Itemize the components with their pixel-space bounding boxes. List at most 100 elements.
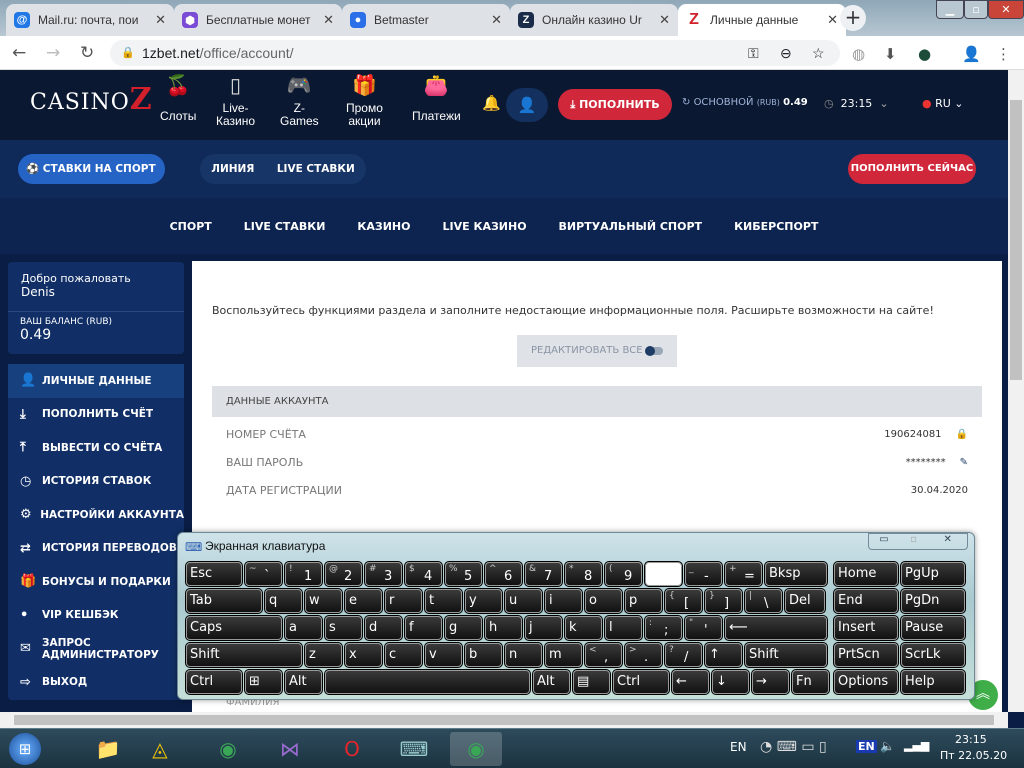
language-select[interactable]: ● RU ⌄ <box>922 97 964 110</box>
key[interactable]: l <box>604 615 643 641</box>
back-icon[interactable]: ← <box>12 43 26 63</box>
browser-tab[interactable]: ⬢ Бесплатные монет ✕ <box>174 4 342 36</box>
key[interactable]: _ - <box>684 561 723 587</box>
sport-bets-button[interactable]: ⚽ СТАВКИ НА СПОРТ <box>18 154 165 184</box>
browser-tab[interactable]: ● Betmaster ✕ <box>342 4 510 36</box>
key[interactable]: e <box>344 588 383 614</box>
profile-button[interactable]: 👤 <box>506 88 548 122</box>
key[interactable]: t <box>424 588 463 614</box>
key[interactable]: | \ <box>744 588 783 614</box>
browser-tab[interactable]: Z Личные данные ✕ <box>678 4 846 36</box>
deposit-button[interactable]: ⤓ ПОПОЛНИТЬ <box>558 89 672 120</box>
key[interactable]: % 5 <box>444 561 483 587</box>
sidebar-item[interactable]: ⚙ НАСТРОЙКИ АККАУНТА <box>8 498 184 532</box>
key[interactable]: v <box>424 642 463 668</box>
forward-icon[interactable]: → <box>46 43 60 63</box>
key[interactable]: h <box>484 615 523 641</box>
sidebar-item[interactable]: ✉ ЗАПРОС АДМИНИСТРАТОРУ <box>8 632 184 666</box>
key[interactable]: Bksp <box>764 561 828 587</box>
close-window-button[interactable]: ✕ <box>988 0 1024 19</box>
sidebar-item[interactable]: • VIP КЕШБЭК <box>8 599 184 633</box>
key[interactable]: (9 <box>604 561 643 587</box>
key[interactable]: Alt <box>284 669 323 695</box>
key[interactable]: @2 <box>324 561 363 587</box>
sidebar-item[interactable]: ⇨ ВЫХОД <box>8 666 184 700</box>
clock[interactable]: ◷ 23:15 ⌄ <box>824 97 889 110</box>
key[interactable]: ! 1 <box>284 561 323 587</box>
key[interactable]: :; <box>644 615 683 641</box>
new-tab-button[interactable]: + <box>840 5 866 31</box>
opera-taskbar-icon[interactable]: O <box>326 732 378 766</box>
key[interactable]: <, <box>584 642 623 668</box>
balance-display[interactable]: ↻ ОСНОВНОЙ (RUB) 0.49 <box>682 97 808 108</box>
key[interactable]: p <box>624 588 663 614</box>
nav-item[interactable]: КИБЕРСПОРТ <box>734 220 818 233</box>
menu-4[interactable]: 👛 Платежи <box>412 76 461 123</box>
sidebar-item[interactable]: ⇄ ИСТОРИЯ ПЕРЕВОДОВ <box>8 532 184 566</box>
key[interactable]: >. <box>624 642 663 668</box>
key[interactable]: End <box>833 588 899 614</box>
key[interactable]: z <box>304 642 343 668</box>
chrome-active-taskbar-icon[interactable]: ◉ <box>450 732 502 766</box>
key[interactable]: " ' <box>684 615 723 641</box>
key[interactable]: ^ 6 <box>484 561 523 587</box>
menu-0[interactable]: 🍒 Слоты <box>160 76 196 123</box>
star-icon[interactable]: ☆ <box>812 40 825 66</box>
key[interactable]: r <box>384 588 423 614</box>
key[interactable]: → <box>751 669 790 695</box>
edit-icon[interactable]: ✎ <box>960 457 968 468</box>
key[interactable]: c <box>384 642 423 668</box>
sidebar-item[interactable]: ⤓ ПОПОЛНИТЬ СЧЁТ <box>8 398 184 432</box>
edit-toggle[interactable] <box>645 346 663 356</box>
key[interactable]: PgUp <box>900 561 966 587</box>
language-badge[interactable]: EN <box>856 740 877 753</box>
live-bets-tab[interactable]: LIVE СТАВКИ <box>277 154 355 184</box>
nav-item[interactable]: СПОРТ <box>170 220 212 233</box>
key[interactable]: PgDn <box>900 588 966 614</box>
key[interactable]: u <box>504 588 543 614</box>
kb-minimize-button[interactable]: ▭ <box>869 534 899 549</box>
key[interactable]: ScrLk <box>900 642 966 668</box>
key[interactable]: Esc <box>185 561 243 587</box>
key[interactable]: ⊞ <box>244 669 283 695</box>
key[interactable]: #3 <box>364 561 403 587</box>
key[interactable]: PrtScn <box>833 642 899 668</box>
key[interactable]: * 8 <box>564 561 603 587</box>
sidebar-item[interactable]: 👤 ЛИЧНЫЕ ДАННЫЕ <box>8 364 184 398</box>
kb-maximize-button[interactable]: ▫ <box>899 534 929 549</box>
maximize-button[interactable]: ▫ <box>964 0 988 19</box>
key[interactable]: k <box>564 615 603 641</box>
key[interactable]: ~ ` <box>244 561 283 587</box>
explorer-taskbar-icon[interactable]: 📁 <box>82 732 134 766</box>
browser-tab[interactable]: Z Онлайн казино Ur ✕ <box>510 4 678 36</box>
key[interactable]: f <box>404 615 443 641</box>
key[interactable]: m <box>544 642 583 668</box>
key[interactable]: Options <box>833 669 899 695</box>
key[interactable]: ↓ <box>711 669 750 695</box>
kb-close-button[interactable]: ✕ <box>928 534 967 549</box>
close-tab-icon[interactable]: ✕ <box>827 12 838 28</box>
key[interactable]: {[ <box>664 588 703 614</box>
key[interactable]: ↑ <box>704 642 743 668</box>
key[interactable]: g <box>444 615 483 641</box>
key[interactable]: q <box>264 588 303 614</box>
key[interactable]: ⟵ <box>724 615 828 641</box>
key[interactable]: i <box>544 588 583 614</box>
key[interactable] <box>644 561 683 587</box>
key-icon[interactable]: ⚿ <box>748 40 759 66</box>
clock-time[interactable]: 23:15 <box>955 733 987 746</box>
address-bar[interactable]: 🔒 1zbet.net/office/account/ ⚿ ⊖ ☆ <box>110 40 840 66</box>
sidebar-item[interactable]: 🎁 БОНУСЫ И ПОДАРКИ <box>8 565 184 599</box>
key[interactable]: Tab <box>185 588 263 614</box>
key[interactable]: Caps <box>185 615 283 641</box>
nav-item[interactable]: ВИРТУАЛЬНЫЙ СПОРТ <box>559 220 703 233</box>
key[interactable]: Fn <box>791 669 830 695</box>
key[interactable]: n <box>504 642 543 668</box>
key[interactable]: Del <box>784 588 826 614</box>
tray-icons[interactable]: ◔ ⌨ ▭ ▯ <box>760 739 827 755</box>
key[interactable]: s <box>324 615 363 641</box>
logo[interactable]: CASINOZ <box>30 82 153 117</box>
language-indicator[interactable]: EN <box>730 740 747 754</box>
close-tab-icon[interactable]: ✕ <box>491 12 502 28</box>
start-button[interactable]: ⊞ <box>0 732 50 766</box>
